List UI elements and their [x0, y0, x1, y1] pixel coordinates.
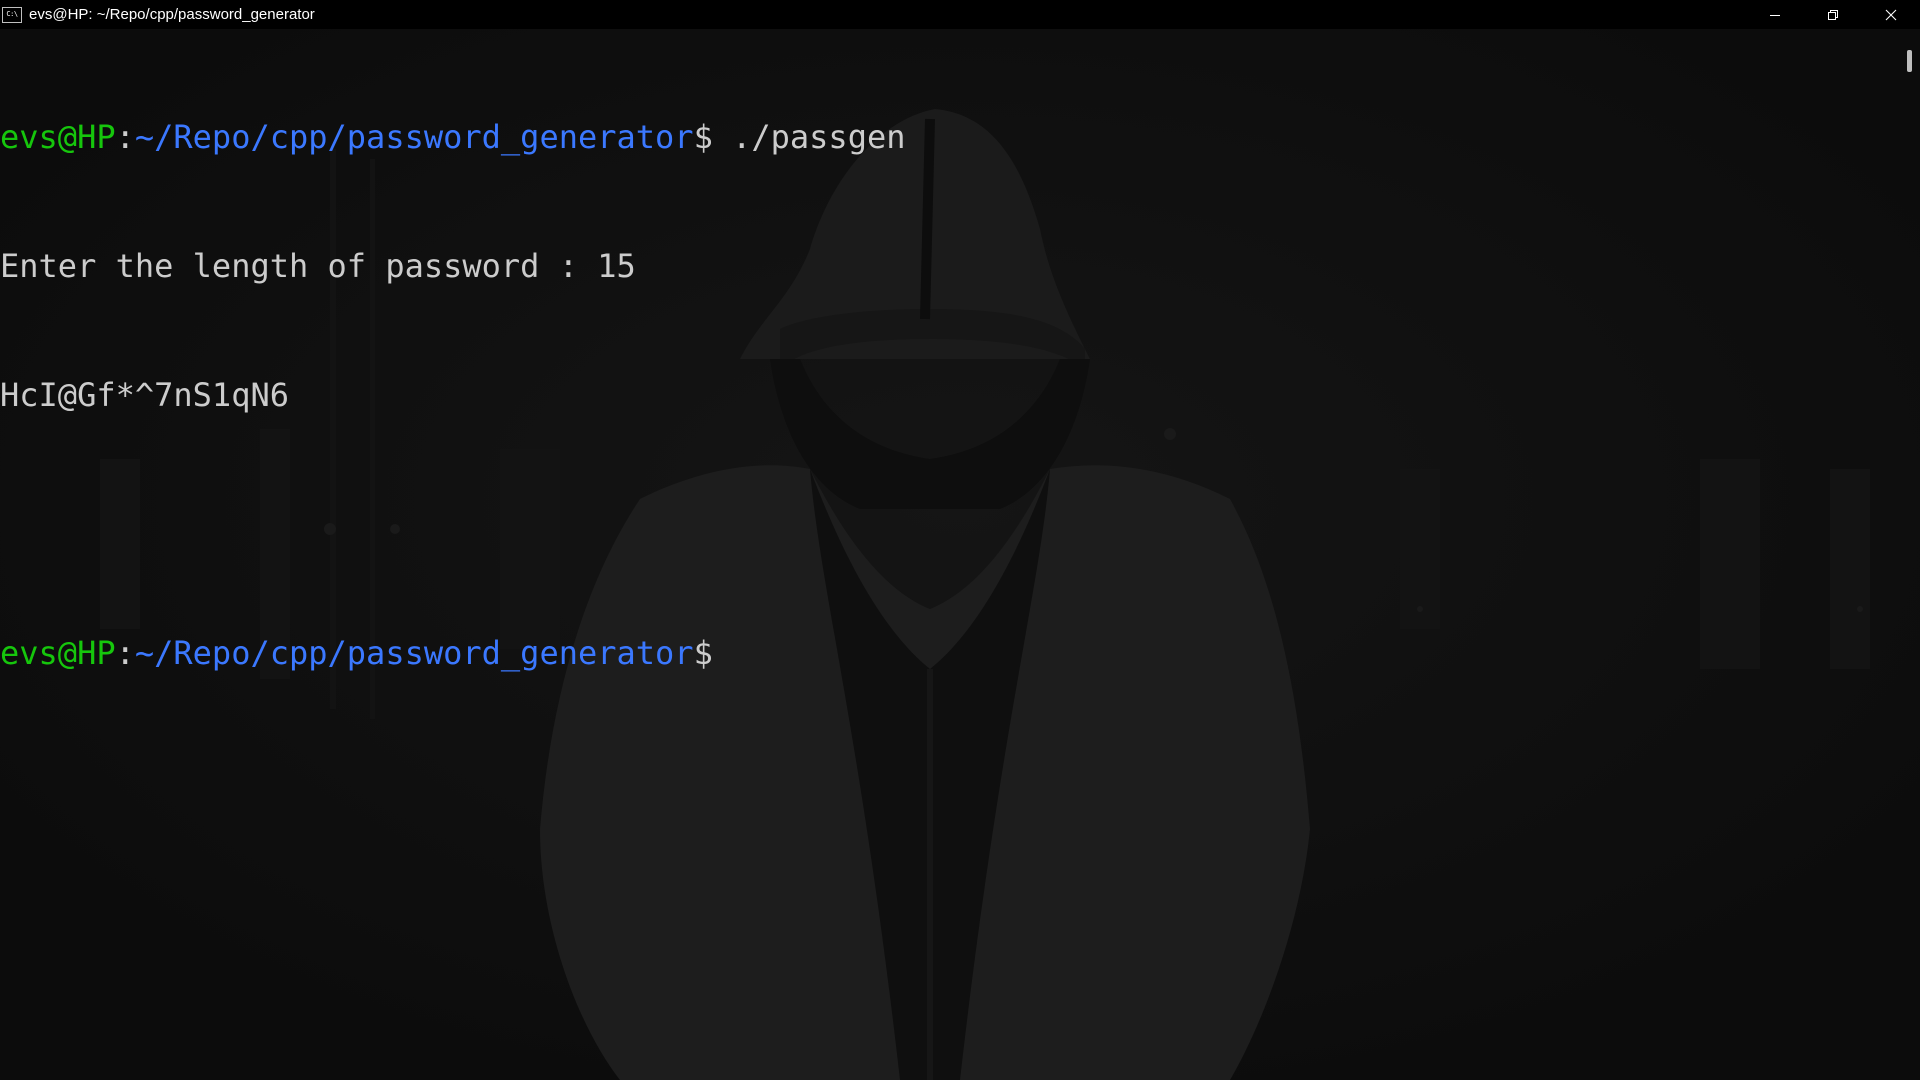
- prompt-path: ~/Repo/cpp/password_generator: [134, 634, 694, 672]
- window-title: evs@HP: ~/Repo/cpp/password_generator: [29, 6, 315, 23]
- scrollbar-thumb[interactable]: [1907, 50, 1912, 72]
- prompt-user: evs@HP: [0, 118, 116, 156]
- command-text: ./passgen: [712, 118, 906, 156]
- output-text: Enter the length of password : 15: [0, 247, 636, 285]
- prompt-symbol: $: [693, 118, 713, 156]
- minimize-button[interactable]: [1746, 0, 1804, 29]
- restore-icon: [1828, 9, 1838, 20]
- prompt-path: ~/Repo/cpp/password_generator: [134, 118, 694, 156]
- prompt-line: evs@HP:~/Repo/cpp/password_generator$: [0, 632, 1895, 675]
- prompt-colon: :: [115, 634, 135, 672]
- prompt-line: evs@HP:~/Repo/cpp/password_generator$ ./…: [0, 116, 1895, 159]
- scrollbar[interactable]: [1898, 29, 1920, 1080]
- title-bar[interactable]: C:\ evs@HP: ~/Repo/cpp/password_generato…: [0, 0, 1920, 29]
- terminal-output[interactable]: evs@HP:~/Repo/cpp/password_generator$ ./…: [0, 29, 1895, 1080]
- prompt-user: evs@HP: [0, 634, 116, 672]
- terminal-window: C:\ evs@HP: ~/Repo/cpp/password_generato…: [0, 0, 1920, 1080]
- close-button[interactable]: [1862, 0, 1920, 29]
- prompt-symbol: $: [693, 634, 713, 672]
- output-line: Enter the length of password : 15: [0, 245, 1895, 288]
- output-line: HcI@Gf*^7nS1qN6: [0, 374, 1895, 417]
- close-icon: [1885, 9, 1897, 20]
- window-controls: [1746, 0, 1920, 29]
- restore-button[interactable]: [1804, 0, 1862, 29]
- prompt-colon: :: [115, 118, 135, 156]
- minimize-icon: [1770, 14, 1780, 16]
- terminal-icon[interactable]: C:\: [2, 6, 22, 23]
- generated-password: HcI@Gf*^7nS1qN6: [0, 376, 289, 414]
